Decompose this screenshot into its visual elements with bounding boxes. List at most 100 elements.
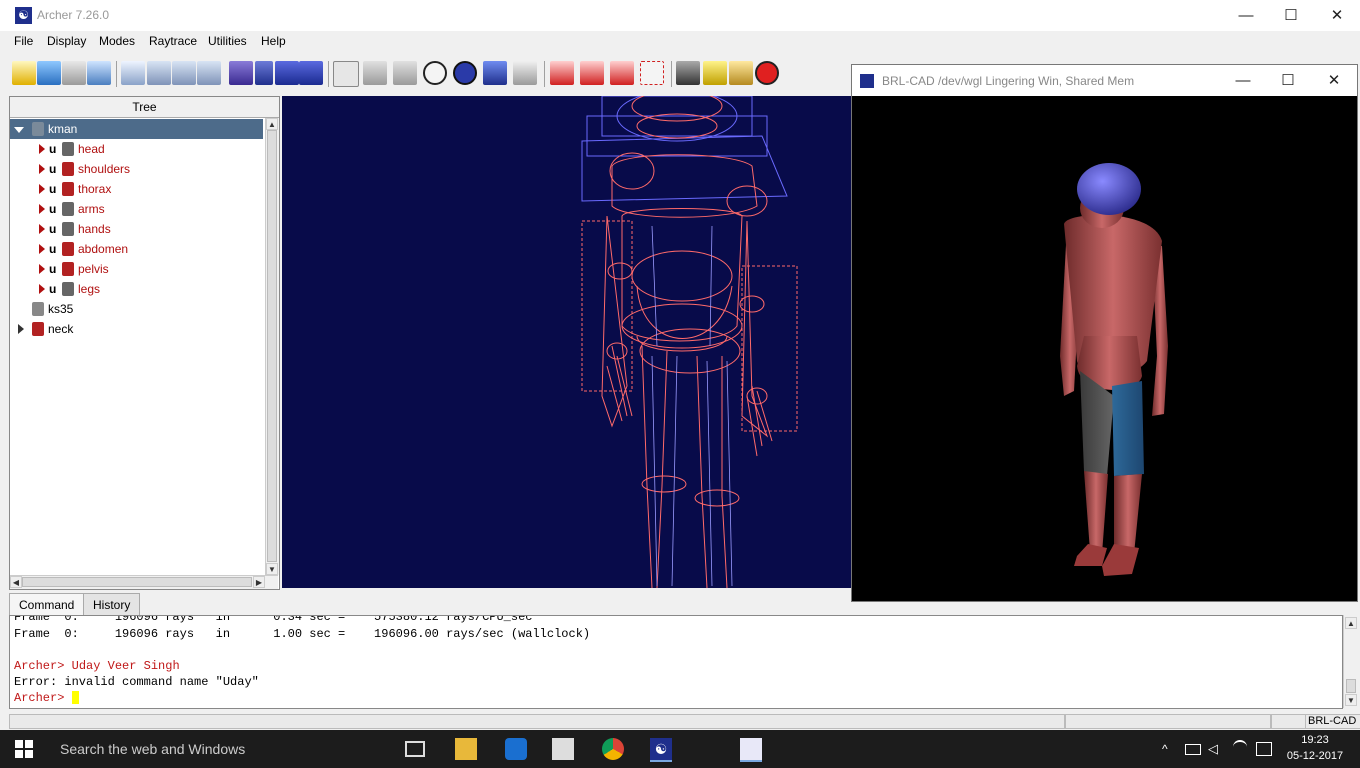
cube-view-icon[interactable] xyxy=(483,61,507,85)
menu-modes[interactable]: Modes xyxy=(99,34,135,48)
translate-icon[interactable] xyxy=(363,61,387,85)
tree-item-thorax[interactable]: u thorax xyxy=(10,179,263,199)
menu-help[interactable]: Help xyxy=(261,34,286,48)
dropdown-arrow-icon[interactable] xyxy=(255,61,273,85)
tree-item-neck[interactable]: neck xyxy=(10,319,263,339)
layers-icon[interactable] xyxy=(275,61,299,85)
scale-icon[interactable] xyxy=(393,61,417,85)
no-entry-icon[interactable] xyxy=(755,61,779,85)
center-crosshair-icon[interactable] xyxy=(423,61,447,85)
tree-item-head[interactable]: u head xyxy=(10,139,263,159)
edge-browser-icon[interactable] xyxy=(505,738,527,760)
rt-minimize-button[interactable]: — xyxy=(1220,65,1266,96)
chrome-icon[interactable] xyxy=(602,738,624,760)
scrollbar-thumb[interactable] xyxy=(22,577,252,587)
task-view-icon[interactable] xyxy=(405,741,425,757)
expand-triangle-icon[interactable] xyxy=(39,264,45,274)
wireframe-viewport[interactable] xyxy=(282,96,852,588)
rt-maximize-button[interactable]: ☐ xyxy=(1265,65,1311,96)
tree-item-pelvis[interactable]: u pelvis xyxy=(10,259,263,279)
rotate-icon[interactable] xyxy=(333,61,359,87)
expand-triangle-icon[interactable] xyxy=(18,324,24,334)
new-file-icon[interactable] xyxy=(12,61,36,85)
edit-center-icon[interactable] xyxy=(640,61,664,85)
file-explorer-icon[interactable] xyxy=(455,738,477,760)
tree-item-hands[interactable]: u hands xyxy=(10,219,263,239)
archer-taskbar-icon[interactable]: ☯ xyxy=(650,738,672,762)
battery-icon[interactable] xyxy=(1185,744,1201,755)
tree-item-legs[interactable]: u legs xyxy=(10,279,263,299)
minimize-button[interactable]: — xyxy=(1223,0,1269,31)
checklist-icon[interactable] xyxy=(121,61,145,85)
tree-item-label: arms xyxy=(78,202,105,216)
tree-item-ks35[interactable]: ks35 xyxy=(10,299,263,319)
expand-triangle-icon[interactable] xyxy=(39,244,45,254)
close-button[interactable]: ✕ xyxy=(1314,0,1360,31)
tree-item-abdomen[interactable]: u abdomen xyxy=(10,239,263,259)
expand-triangle-icon[interactable] xyxy=(39,224,45,234)
brlcad-taskbar-icon[interactable] xyxy=(740,738,762,762)
store-icon[interactable] xyxy=(552,738,574,760)
text-cursor xyxy=(71,691,79,705)
collapse-triangle-icon[interactable] xyxy=(14,127,24,133)
scroll-up-icon[interactable]: ▲ xyxy=(1345,617,1357,629)
broom-icon[interactable] xyxy=(729,61,753,85)
wifi-icon[interactable] xyxy=(1233,740,1247,756)
menu-utilities[interactable]: Utilities xyxy=(208,34,247,48)
menu-file[interactable]: File xyxy=(14,34,33,48)
command-console[interactable]: Frame 0: 196096 rays in 0.34 sec = 57538… xyxy=(9,615,1343,709)
notifications-icon[interactable] xyxy=(1256,742,1272,756)
show-hidden-icons-icon[interactable]: ^ xyxy=(1162,742,1168,756)
columns-icon[interactable] xyxy=(299,61,323,85)
console-vertical-scrollbar[interactable]: ▲ ▼ xyxy=(1343,615,1358,708)
toolbar-separator xyxy=(671,61,672,87)
edit-rotate-icon[interactable] xyxy=(550,61,574,85)
tree-item-kman[interactable]: kman xyxy=(10,119,263,139)
open-folder-icon[interactable] xyxy=(37,61,61,85)
tree-item-label: legs xyxy=(78,282,101,296)
expand-triangle-icon[interactable] xyxy=(39,184,45,194)
redo-icon[interactable] xyxy=(172,61,196,85)
camera-icon[interactable] xyxy=(676,61,700,85)
taskbar-search-box[interactable]: Search the web and Windows xyxy=(48,730,393,768)
command-tabs: Command History xyxy=(9,593,1359,616)
gear-icon[interactable] xyxy=(703,61,727,85)
edit-translate-icon[interactable] xyxy=(580,61,604,85)
tab-history[interactable]: History xyxy=(83,593,141,616)
scrollbar-thumb[interactable] xyxy=(1346,679,1356,693)
scroll-down-icon[interactable]: ▼ xyxy=(266,563,278,575)
tab-command[interactable]: Command xyxy=(9,593,85,616)
globe-view-icon[interactable] xyxy=(453,61,477,85)
windows-taskbar: Search the web and Windows ☯ ^ ◁ 19:23 0… xyxy=(0,730,1360,768)
menu-display[interactable]: Display xyxy=(47,34,86,48)
expand-triangle-icon[interactable] xyxy=(39,284,45,294)
expand-triangle-icon[interactable] xyxy=(39,204,45,214)
taskbar-clock[interactable]: 19:23 05-12-2017 xyxy=(1280,732,1350,764)
scroll-down-icon[interactable]: ▼ xyxy=(1345,694,1357,706)
menu-raytrace[interactable]: Raytrace xyxy=(149,34,197,48)
status-extra-cell xyxy=(1271,714,1307,729)
console-input-line[interactable]: Archer> xyxy=(14,691,79,705)
expand-triangle-icon[interactable] xyxy=(39,144,45,154)
scrollbar-thumb[interactable] xyxy=(267,130,277,562)
scroll-left-icon[interactable]: ◀ xyxy=(10,576,22,588)
expand-triangle-icon[interactable] xyxy=(39,164,45,174)
tree-item-arms[interactable]: u arms xyxy=(10,199,263,219)
preferences-wrench-icon[interactable] xyxy=(87,61,111,85)
tree-horizontal-scrollbar[interactable]: ◀ ▶ xyxy=(10,575,278,589)
volume-icon[interactable]: ◁ xyxy=(1208,741,1218,757)
tree-vertical-scrollbar[interactable]: ▲ ▼ xyxy=(265,118,279,575)
refresh-icon[interactable] xyxy=(197,61,221,85)
save-icon[interactable] xyxy=(62,61,86,85)
rt-close-button[interactable]: ✕ xyxy=(1311,65,1357,96)
undo-icon[interactable] xyxy=(147,61,171,85)
scroll-up-icon[interactable]: ▲ xyxy=(266,118,278,130)
wizard-hat-icon[interactable] xyxy=(229,61,253,85)
windows-start-icon[interactable] xyxy=(15,740,33,758)
measure-compass-icon[interactable] xyxy=(513,61,537,85)
scroll-right-icon[interactable]: ▶ xyxy=(253,576,265,588)
maximize-button[interactable]: ☐ xyxy=(1268,0,1314,31)
tree-item-shoulders[interactable]: u shoulders xyxy=(10,159,263,179)
edit-scale-icon[interactable] xyxy=(610,61,634,85)
console-output-line: Frame 0: 196096 rays in 1.00 sec = 19609… xyxy=(14,627,591,641)
